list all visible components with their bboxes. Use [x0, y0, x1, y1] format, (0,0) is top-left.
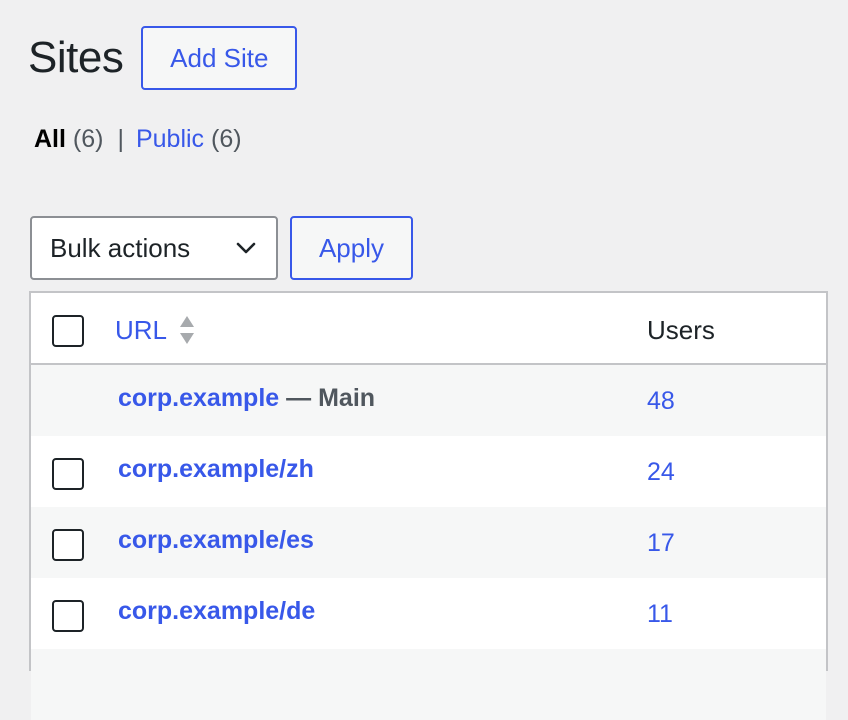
filter-public-count: (6)	[211, 125, 242, 153]
site-cell: corp.example/zh	[118, 452, 314, 486]
table-row-partial	[31, 649, 826, 720]
row-checkbox[interactable]	[52, 458, 84, 490]
users-count-link[interactable]: 24	[647, 455, 675, 489]
add-site-button[interactable]: Add Site	[141, 26, 298, 90]
site-link[interactable]: corp.example/es	[118, 526, 314, 554]
table-header: URL Users	[31, 293, 826, 365]
site-link[interactable]: corp.example/zh	[118, 455, 314, 483]
column-header-url[interactable]: URL	[115, 311, 195, 349]
site-link[interactable]: corp.example	[118, 384, 279, 412]
filter-all-count: (6)	[72, 125, 104, 153]
site-cell: corp.example — Main	[118, 381, 375, 415]
sort-icon	[180, 316, 195, 344]
site-cell: corp.example/es	[118, 523, 314, 557]
filter-public-label: Public	[135, 125, 205, 153]
filter-all-label: All	[34, 125, 66, 153]
row-checkbox[interactable]	[52, 600, 84, 632]
page-title: Sites	[28, 33, 124, 82]
bulk-actions-select[interactable]: Bulk actions	[30, 216, 278, 280]
users-count-link[interactable]: 48	[647, 384, 675, 418]
filter-all[interactable]: All (6)	[34, 122, 103, 156]
table-row: corp.example/de 11	[31, 578, 826, 649]
table-row: corp.example — Main 48	[31, 365, 826, 436]
column-url-label: URL	[115, 315, 168, 345]
select-all-checkbox[interactable]	[52, 315, 84, 347]
site-link[interactable]: corp.example/de	[118, 597, 315, 625]
bulk-actions-value: Bulk actions	[50, 232, 191, 263]
row-checkbox[interactable]	[52, 529, 84, 561]
table-nav: Bulk actions Apply	[30, 216, 413, 280]
users-count-link[interactable]: 11	[647, 597, 673, 631]
main-site-label: — Main	[286, 384, 376, 412]
site-cell: corp.example/de	[118, 594, 315, 628]
sites-table: URL Users corp.example — Main 48 corp.ex…	[29, 291, 828, 720]
table-row: corp.example/zh 24	[31, 436, 826, 507]
status-filters: All (6) | Public (6)	[34, 122, 242, 156]
apply-button[interactable]: Apply	[290, 216, 413, 280]
page-header: Sites Add Site	[28, 26, 298, 90]
table-row: corp.example/es 17	[31, 507, 826, 578]
filter-separator: |	[117, 125, 124, 153]
column-header-users: Users	[647, 315, 715, 345]
chevron-down-icon	[236, 242, 256, 254]
filter-public[interactable]: Public (6)	[136, 122, 242, 156]
users-count-link[interactable]: 17	[647, 526, 675, 560]
